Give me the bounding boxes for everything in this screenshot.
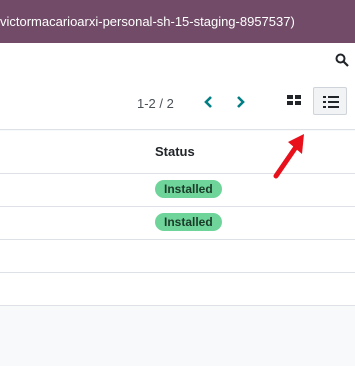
database-label: victormacarioarxi-personal-sh-15-staging… [0, 14, 295, 29]
pager-value[interactable]: 1-2 / 2 [137, 96, 174, 111]
empty-row [0, 240, 355, 273]
annotation-arrow-icon [273, 134, 304, 179]
status-badge: Installed [155, 180, 222, 198]
search-icon[interactable] [335, 53, 349, 67]
optional-columns-icon[interactable]: ⋮ [350, 144, 355, 158]
empty-row [0, 273, 355, 306]
list-view-button[interactable] [313, 87, 347, 115]
control-panel: 1-2 / 2 [0, 43, 355, 130]
table-row[interactable]: Installed [0, 207, 355, 240]
kanban-view-icon[interactable] [286, 92, 302, 108]
chevron-left-icon[interactable] [202, 93, 216, 111]
list-view-icon [323, 96, 339, 108]
status-badge: Installed [155, 213, 222, 231]
column-header-status[interactable]: Status [155, 144, 195, 159]
chevron-right-icon[interactable] [233, 93, 247, 111]
database-banner: victormacarioarxi-personal-sh-15-staging… [0, 0, 355, 43]
